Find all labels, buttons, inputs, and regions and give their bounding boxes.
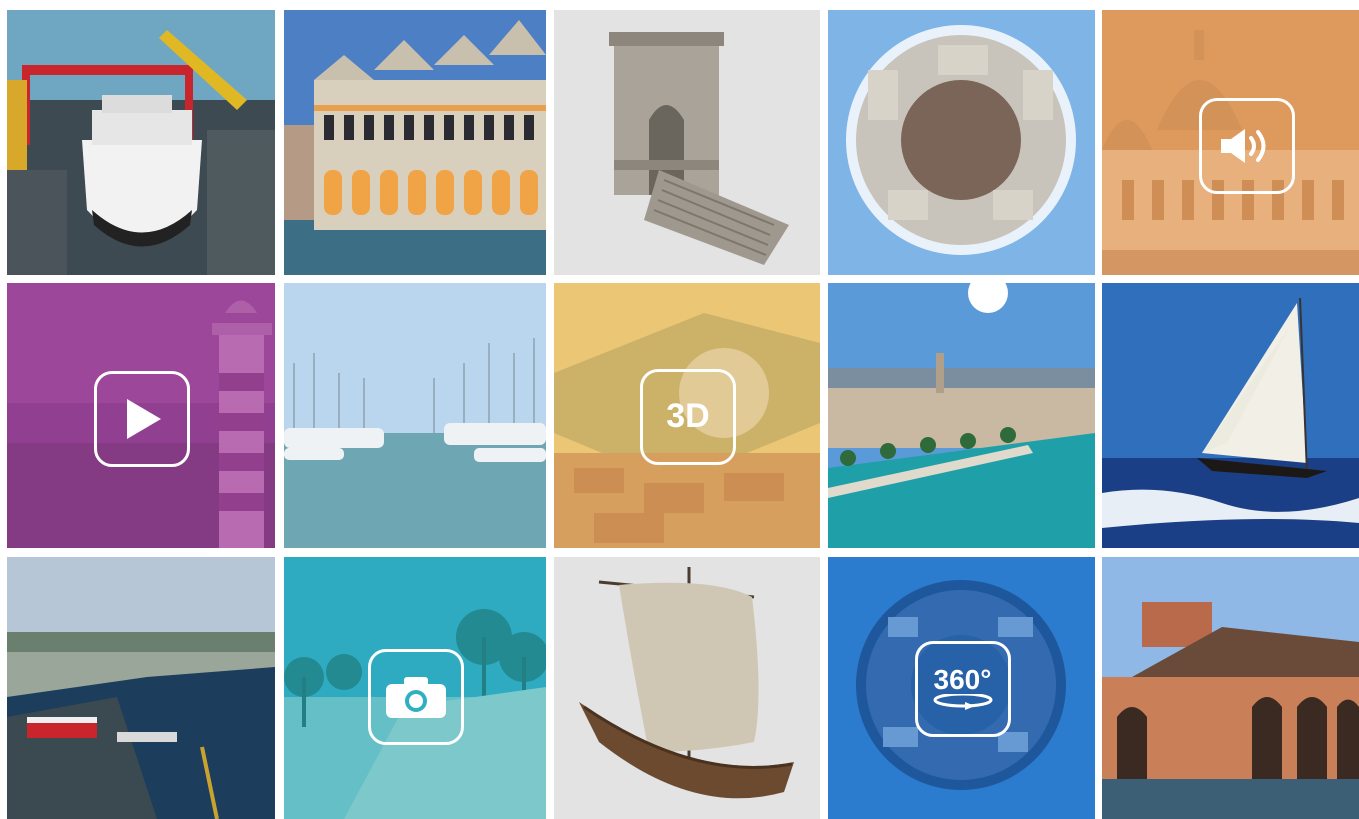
tile-tiny-planet-square[interactable] — [828, 10, 1095, 275]
camera-icon[interactable] — [368, 648, 464, 745]
arsenal-image — [1102, 557, 1359, 819]
tile-lighthouse[interactable] — [7, 283, 275, 548]
ship-model-image — [554, 557, 820, 819]
marina-image — [284, 283, 546, 548]
tile-sailboat[interactable] — [1102, 283, 1359, 548]
tile-harbor-city[interactable] — [828, 283, 1095, 548]
tile-sail-ship-model[interactable] — [554, 557, 820, 819]
tile-port-aerial[interactable] — [7, 557, 275, 819]
arch-model-image — [554, 10, 820, 275]
sailboat-image — [1102, 283, 1359, 548]
speaker-icon[interactable] — [1198, 98, 1295, 195]
tile-shipyard[interactable] — [7, 10, 275, 275]
play-icon[interactable] — [94, 371, 190, 468]
tiny-planet-image — [828, 10, 1095, 275]
harbor-city-image — [828, 283, 1095, 548]
tile-stone-arch[interactable] — [554, 10, 820, 275]
tile-fortress-aerial[interactable]: 3D — [554, 283, 820, 548]
3d-label: 3D — [666, 397, 710, 435]
360-icon[interactable]: 360° — [914, 641, 1011, 737]
360-label: 360° — [933, 664, 992, 695]
tile-palm-promenade[interactable] — [284, 557, 546, 819]
tile-arsenal-building[interactable] — [1102, 557, 1359, 819]
3d-icon[interactable]: 3D — [640, 368, 736, 465]
shipyard-image — [7, 10, 275, 275]
tile-domed-church[interactable] — [1102, 10, 1359, 275]
tile-marina[interactable] — [284, 283, 546, 548]
port-image — [7, 557, 275, 819]
tile-venetian-palace[interactable] — [284, 10, 546, 275]
palace-image — [284, 10, 546, 275]
tile-tiny-planet-city[interactable]: 360° — [828, 557, 1095, 819]
